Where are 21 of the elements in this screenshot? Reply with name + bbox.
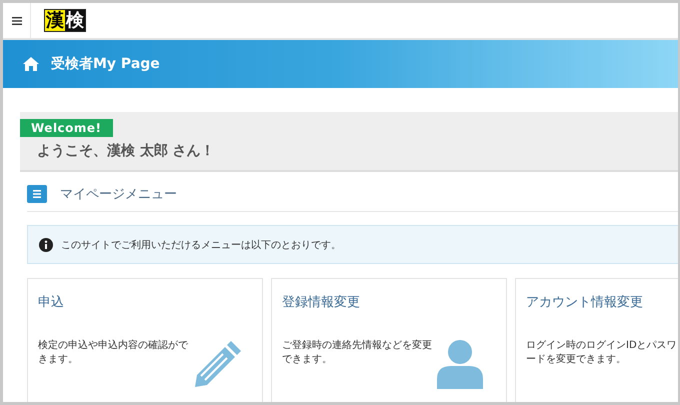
menu-card[interactable]: 申込 検定の申込や申込内容の確認ができます。: [27, 278, 263, 402]
info-text: このサイトでご利用いただけるメニューは以下のとおりです。: [61, 238, 341, 252]
person-icon: [437, 339, 483, 389]
list-icon: [27, 185, 47, 203]
card-description: ログイン時のログインIDとパスワードを変更できます。: [526, 339, 678, 367]
menu-card[interactable]: 登録情報変更 ご登録時の連絡先情報などを変更できます。: [271, 278, 507, 402]
greeting-text: ようこそ、漢検 太郎 さん！: [37, 142, 215, 160]
welcome-tag: Welcome!: [20, 119, 113, 137]
info-icon: [39, 238, 53, 252]
logo[interactable]: 漢検: [44, 9, 86, 32]
menu-card[interactable]: アカウント情報変更 ログイン時のログインIDとパスワードを変更できます。: [515, 278, 678, 402]
menu-icon: [12, 16, 22, 24]
card-title: 登録情報変更: [282, 294, 361, 311]
section-title: マイページメニュー: [60, 186, 177, 203]
home-icon: [23, 57, 39, 71]
card-title: アカウント情報変更: [526, 294, 644, 311]
pencil-icon: [193, 339, 243, 389]
card-title: 申込: [38, 294, 65, 311]
page-title: 受検者My Page: [51, 55, 160, 73]
card-description: 検定の申込や申込内容の確認ができます。: [38, 339, 189, 367]
card-description: ご登録時の連絡先情報などを変更できます。: [282, 339, 433, 367]
